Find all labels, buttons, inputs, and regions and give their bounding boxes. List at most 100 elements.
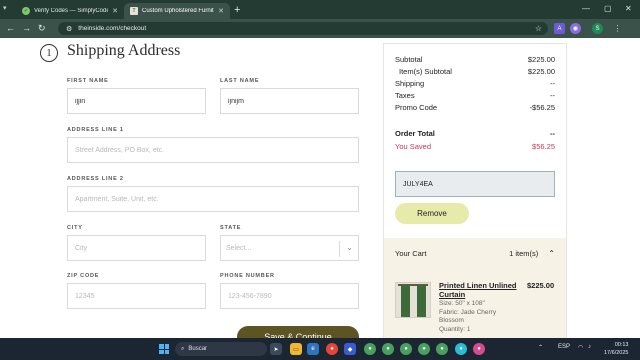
subtotal-value: $225.00 bbox=[527, 55, 555, 64]
chrome-icon[interactable]: ● bbox=[326, 343, 338, 355]
extension-icon[interactable]: ◉ bbox=[570, 23, 581, 34]
zip-code-label: ZIP CODE bbox=[67, 273, 100, 279]
coupon-code-field[interactable]: JULY4EA bbox=[395, 171, 555, 197]
shipping-value: -- bbox=[550, 79, 555, 88]
back-icon[interactable]: ← bbox=[6, 22, 15, 35]
your-cart-panel: Your Cart 1 item(s) ⌃ Printed Linen Unli… bbox=[384, 238, 566, 338]
reload-icon[interactable]: ↻ bbox=[38, 22, 46, 35]
city-field[interactable] bbox=[67, 235, 206, 261]
select-divider bbox=[339, 241, 340, 257]
save-and-continue-button[interactable]: Save & Continue bbox=[237, 326, 359, 338]
promo-code-value: -$56.25 bbox=[529, 103, 555, 112]
extension-a-icon[interactable]: A bbox=[554, 23, 565, 34]
order-total-value: -- bbox=[550, 129, 555, 138]
taskbar-clock[interactable]: 00:13 17/6/2025 bbox=[604, 341, 628, 357]
order-summary: Subtotal $225.00 Item(s) Subtotal $225.0… bbox=[383, 43, 567, 338]
profile-avatar-icon[interactable]: S bbox=[592, 23, 603, 34]
taxes-value: -- bbox=[550, 91, 555, 100]
bookmark-star-icon[interactable]: ☆ bbox=[535, 24, 542, 33]
checkout-page: 1 Shipping Address FIRST NAME LAST NAME … bbox=[0, 38, 640, 338]
address-line-2-label: ADDRESS LINE 2 bbox=[67, 176, 124, 182]
address-line-1-field[interactable] bbox=[67, 137, 359, 163]
last-name-label: LAST NAME bbox=[220, 78, 260, 84]
address-line-2-field[interactable] bbox=[67, 186, 359, 212]
site-info-icon[interactable]: ⚙ bbox=[66, 25, 72, 33]
url-text: theinside.com/checkout bbox=[78, 25, 147, 32]
minimize-icon[interactable]: — bbox=[582, 2, 590, 16]
items-subtotal-row: Item(s) Subtotal $225.00 bbox=[395, 67, 555, 76]
chrome-profile-icon-1[interactable]: ● bbox=[364, 343, 376, 355]
theinside-favicon-icon: T bbox=[130, 7, 138, 15]
forward-icon[interactable]: → bbox=[22, 22, 31, 35]
menu-kebab-icon[interactable]: ⋮ bbox=[612, 23, 623, 34]
taxes-row: Taxes -- bbox=[395, 91, 555, 100]
address-line-1-label: ADDRESS LINE 1 bbox=[67, 127, 124, 133]
chrome-profile-icon-4[interactable]: ● bbox=[418, 343, 430, 355]
tab-title: Custom Upholstered Furniture in bbox=[142, 8, 214, 14]
close-window-icon[interactable]: ✕ bbox=[625, 2, 632, 16]
subtotal-row: Subtotal $225.00 bbox=[395, 55, 555, 64]
close-tab-icon[interactable]: ✕ bbox=[218, 7, 224, 15]
chrome-profile-icon-2[interactable]: ● bbox=[382, 343, 394, 355]
volume-icon[interactable]: ♪ bbox=[588, 344, 591, 350]
cart-header[interactable]: Your Cart 1 item(s) ⌃ bbox=[395, 249, 555, 258]
phone-number-field[interactable] bbox=[220, 283, 359, 309]
first-name-field[interactable] bbox=[67, 88, 206, 114]
curtain-panel-left bbox=[401, 285, 410, 317]
telegram-icon[interactable]: ➤ bbox=[270, 343, 282, 355]
restore-icon[interactable]: ▢ bbox=[604, 2, 612, 16]
first-name-label: FIRST NAME bbox=[67, 78, 109, 84]
file-explorer-icon[interactable]: ▭ bbox=[290, 343, 302, 355]
items-subtotal-label: Item(s) Subtotal bbox=[399, 67, 452, 76]
promo-code-label: Promo Code bbox=[395, 103, 438, 112]
you-saved-label: You Saved bbox=[395, 142, 432, 151]
tab-verify-codes[interactable]: ✓ Verify Codes — SimplyCodes ✕ bbox=[16, 3, 124, 19]
edge-browser-icon[interactable]: e bbox=[307, 343, 319, 355]
taxes-label: Taxes bbox=[395, 91, 415, 100]
phone-number-label: PHONE NUMBER bbox=[220, 273, 275, 279]
browser-toolbar: ← → ↻ ⚙ theinside.com/checkout ☆ A ◉ S ⋮ bbox=[0, 19, 640, 38]
last-name-field[interactable] bbox=[220, 88, 359, 114]
taskbar-search-box[interactable]: ⌕ Buscar bbox=[175, 342, 267, 356]
items-subtotal-value: $225.00 bbox=[527, 67, 555, 76]
language-indicator[interactable]: ESP bbox=[558, 344, 570, 350]
state-select[interactable]: Select... ⌄ bbox=[220, 235, 359, 261]
order-total-label: Order Total bbox=[395, 129, 435, 138]
tab-title: Verify Codes — SimplyCodes bbox=[34, 8, 109, 14]
city-label: CITY bbox=[67, 225, 83, 231]
remove-coupon-button[interactable]: Remove bbox=[395, 203, 469, 224]
shipping-label: Shipping bbox=[395, 79, 425, 88]
chrome-profile-icon-5[interactable]: ● bbox=[436, 343, 448, 355]
zip-code-field[interactable] bbox=[67, 283, 206, 309]
wifi-icon[interactable]: ◠ bbox=[578, 344, 583, 351]
order-total-row: Order Total -- bbox=[395, 129, 555, 138]
cart-title: Your Cart bbox=[395, 249, 427, 258]
state-label: STATE bbox=[220, 225, 242, 231]
cart-item-name-link[interactable]: Printed Linen Unlined Curtain bbox=[439, 281, 521, 299]
chrome-profile-icon-7[interactable]: ● bbox=[473, 343, 485, 355]
tab-theinside-checkout[interactable]: T Custom Upholstered Furniture in ✕ bbox=[124, 3, 230, 19]
tray-chevron-icon[interactable]: ⌃ bbox=[538, 344, 543, 351]
cart-item-price: $225.00 bbox=[527, 281, 555, 290]
you-saved-row: You Saved $56.25 bbox=[395, 142, 555, 151]
new-tab-icon[interactable]: + bbox=[234, 3, 240, 17]
step-number: 1 bbox=[40, 44, 58, 62]
app-icon-1[interactable]: ◆ bbox=[344, 343, 356, 355]
clock-time: 00:13 bbox=[614, 342, 629, 348]
promo-code-row: Promo Code -$56.25 bbox=[395, 103, 555, 112]
chrome-profile-icon-3[interactable]: ● bbox=[400, 343, 412, 355]
address-bar[interactable]: ⚙ theinside.com/checkout ☆ bbox=[58, 22, 548, 35]
you-saved-value: $56.25 bbox=[532, 142, 555, 151]
section-title: Shipping Address bbox=[67, 42, 181, 59]
tab-search-icon[interactable]: ▾ bbox=[3, 4, 13, 14]
state-select-placeholder: Select... bbox=[226, 244, 252, 252]
curtain-product-image[interactable] bbox=[395, 282, 431, 318]
cart-item-quantity: Quantity: 1 bbox=[439, 326, 471, 333]
search-icon: ⌕ bbox=[181, 345, 185, 352]
chevron-up-icon[interactable]: ⌃ bbox=[548, 249, 555, 258]
close-tab-icon[interactable]: ✕ bbox=[112, 7, 118, 15]
chrome-profile-icon-6[interactable]: ● bbox=[455, 343, 467, 355]
windows-start-icon[interactable] bbox=[159, 344, 169, 354]
curtain-panel-right bbox=[417, 285, 426, 317]
subtotal-label: Subtotal bbox=[395, 55, 423, 64]
